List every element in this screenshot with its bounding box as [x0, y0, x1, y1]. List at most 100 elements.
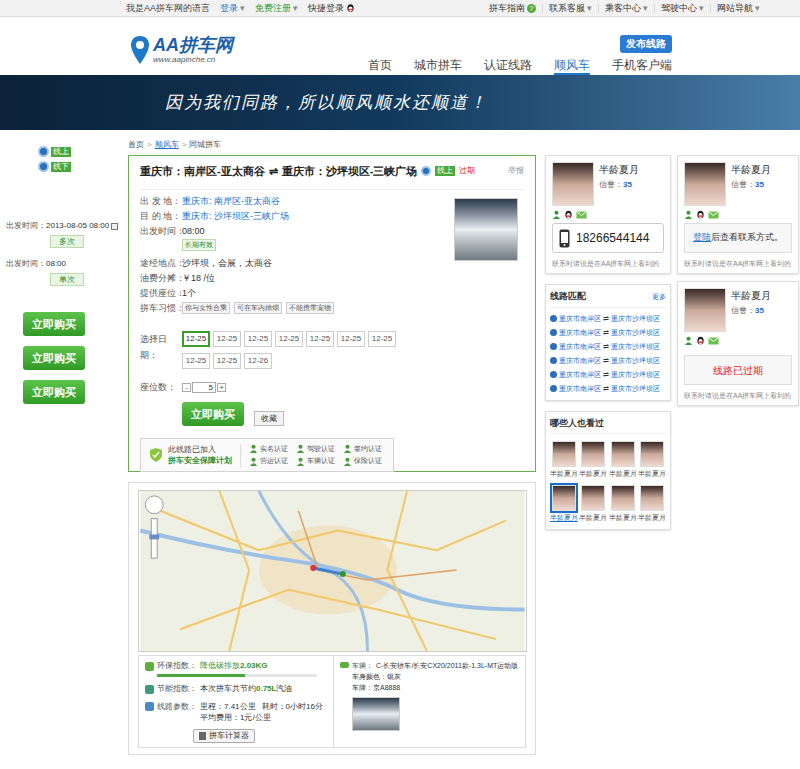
status-icon — [38, 161, 49, 172]
breadcrumb-item[interactable]: 顺风车 — [155, 139, 179, 151]
publish-button[interactable]: 发布线路 — [620, 35, 672, 53]
viewer-avatar[interactable] — [611, 441, 635, 467]
match-icon — [550, 315, 557, 322]
contact-icons — [552, 210, 664, 219]
owner-avatar[interactable] — [684, 288, 726, 332]
viewer[interactable]: 半龄夏月 — [550, 483, 578, 523]
date-option[interactable]: 12-25 — [182, 353, 210, 369]
contact-note: 联系时请说是在AA拼车网上看到的 — [684, 391, 792, 400]
qq-icon[interactable] — [564, 210, 573, 219]
report-link[interactable]: 举报 — [508, 165, 524, 177]
place-link[interactable]: 重庆市: 南岸区-亚太商谷 — [182, 195, 280, 208]
nav-item[interactable]: 认证线路 — [484, 58, 532, 75]
breadcrumb-item[interactable]: 首页 — [128, 139, 144, 151]
matches-title: 线路匹配 — [550, 290, 586, 304]
viewer-avatar[interactable] — [640, 485, 664, 511]
top-link[interactable]: 网站导航▾ — [710, 4, 766, 13]
date-option[interactable]: 12-25 — [213, 353, 241, 369]
nav-item[interactable]: 顺风车 — [554, 58, 590, 75]
match-item[interactable]: 重庆市南岸区⇌重庆市沙坪坝区 — [550, 328, 666, 338]
match-item[interactable]: 重庆市南岸区⇌重庆市沙坪坝区 — [550, 356, 666, 366]
date-option[interactable]: 12-25 — [213, 331, 241, 347]
qq-icon[interactable] — [696, 210, 705, 219]
buy-button[interactable]: 立即购买 — [23, 380, 85, 404]
person-icon — [249, 444, 258, 453]
date-option[interactable]: 12-25 — [306, 331, 334, 347]
logo[interactable]: AA拼车网www.aapinche.cn — [130, 17, 233, 75]
top-link[interactable]: 拼车指南? — [483, 4, 542, 13]
calculator-button[interactable]: 拼车计算器 — [193, 729, 255, 743]
header: AA拼车网www.aapinche.cn 发布线路首页 城市拼车 认证线路 顺风车 手机客… — [0, 17, 800, 75]
eco-bar — [157, 674, 317, 677]
auth-link[interactable]: 登录▾ — [220, 4, 245, 13]
zoom-control-icon[interactable] — [145, 496, 163, 558]
banner: 因为我们同路，所以顺风顺水还顺道！ — [0, 75, 800, 130]
owner-avatar[interactable] — [552, 162, 594, 206]
logo-url: www.aapinche.cn — [153, 56, 233, 64]
buy-button[interactable]: 立即购买 — [23, 312, 85, 336]
date-option[interactable]: 12-25 — [244, 331, 272, 347]
match-item[interactable]: 重庆市南岸区⇌重庆市沙坪坝区 — [550, 384, 666, 394]
viewer[interactable]: 半龄夏月 — [580, 439, 608, 479]
viewer-avatar[interactable] — [581, 485, 605, 511]
nav-item[interactable]: 手机客户端 — [612, 58, 672, 75]
top-link[interactable]: 联系客服▾ — [542, 4, 598, 13]
viewer[interactable]: 半龄夏月 — [639, 439, 667, 479]
match-item[interactable]: 重庆市南岸区⇌重庆市沙坪坝区 — [550, 314, 666, 324]
match-icon — [550, 385, 557, 392]
viewer[interactable]: 半龄夏月 — [580, 483, 608, 523]
route-details: 出 发 地：重庆市: 南岸区-亚太商谷目 的 地：重庆市: 沙坪坝区-三峡广场出… — [140, 195, 454, 315]
breadcrumb-item[interactable]: 同城拼车 — [189, 139, 221, 151]
side-departure: 出发时间：08:00单次 — [6, 258, 128, 286]
mail-icon[interactable] — [576, 211, 587, 219]
date-option[interactable]: 12-25 — [275, 331, 303, 347]
viewer-avatar[interactable] — [611, 485, 635, 511]
owner-name[interactable]: 半龄夏月 — [731, 164, 771, 176]
buy-button[interactable]: 立即购买 — [23, 346, 85, 370]
more-link[interactable]: 更多 — [652, 292, 666, 303]
viewer[interactable]: 半龄夏月 — [550, 439, 578, 479]
place-link[interactable]: 重庆市: 沙坪坝区-三峡广场 — [182, 210, 289, 223]
seat-input[interactable]: 5 — [192, 382, 216, 393]
auth-link[interactable]: 免费注册▾ — [255, 4, 298, 13]
viewer-avatar[interactable] — [581, 441, 605, 467]
map-panel: 环保指数：降低碳排放2.03KG节能指数：本次拼车共节约0.75L汽油线路参数：… — [128, 482, 536, 755]
side-column: 线上线下出发时间：2013-08-05 08:00多次出发时间：08:00单次立… — [0, 130, 128, 755]
owner-name[interactable]: 半龄夏月 — [599, 164, 639, 176]
auth-link[interactable]: 快捷登录 — [308, 3, 355, 13]
viewer[interactable]: 半龄夏月 — [609, 483, 637, 523]
date-option[interactable]: 12-25 — [368, 331, 396, 347]
viewer[interactable]: 半龄夏月 — [609, 439, 637, 479]
person-icon — [552, 210, 561, 219]
match-item[interactable]: 重庆市南岸区⇌重庆市沙坪坝区 — [550, 370, 666, 380]
favorite-button[interactable]: 收藏 — [254, 411, 284, 426]
owner-avatar[interactable] — [684, 162, 726, 206]
date-option[interactable]: 12-25 — [182, 331, 210, 347]
date-option[interactable]: 12-26 — [244, 353, 272, 369]
route-map[interactable] — [138, 490, 527, 652]
detail-row: 提供座位：1个 — [140, 287, 454, 300]
owner-name[interactable]: 半龄夏月 — [731, 290, 771, 302]
viewer-avatar[interactable] — [552, 441, 576, 467]
nav-item[interactable]: 首页 — [368, 58, 392, 75]
nav-item[interactable]: 城市拼车 — [414, 58, 462, 75]
match-item[interactable]: 重庆市南岸区⇌重庆市沙坪坝区 — [550, 342, 666, 352]
person-icon — [249, 457, 258, 466]
energy-index: 节能指数：本次拼车共节约0.75L汽油 — [145, 683, 327, 695]
phone-box: 18266544144 — [552, 223, 664, 253]
viewer-avatar[interactable] — [552, 485, 576, 511]
contact-icons — [684, 210, 792, 219]
seat-counter: 座位数：-5+ — [140, 381, 524, 395]
top-link[interactable]: 驾驶中心▾ — [654, 4, 710, 13]
qq-icon[interactable] — [696, 336, 705, 345]
seat-minus[interactable]: - — [182, 383, 191, 392]
mail-icon[interactable] — [708, 337, 719, 345]
viewer[interactable]: 半龄夏月 — [639, 483, 667, 523]
viewer-avatar[interactable] — [640, 441, 664, 467]
seat-plus[interactable]: + — [217, 383, 226, 392]
mail-icon[interactable] — [708, 211, 719, 219]
date-option[interactable]: 12-25 — [337, 331, 365, 347]
login-link[interactable]: 登陆 — [693, 231, 711, 245]
buy-now-button[interactable]: 立即购买 — [182, 402, 244, 426]
top-link[interactable]: 乘客中心▾ — [598, 4, 654, 13]
